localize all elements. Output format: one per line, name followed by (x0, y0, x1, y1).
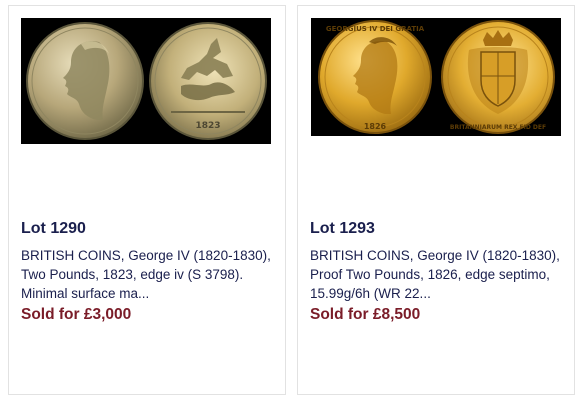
lot-description: BRITISH COINS, George IV (1820-1830), Pr… (310, 248, 560, 301)
obverse-date-text: 1826 (364, 122, 387, 131)
lot-title-link[interactable]: Lot 1290 (21, 220, 86, 238)
coin-photo-svg: GEORGIUS IV DEI GRATIA 1826 BRITANNIARUM… (311, 18, 561, 136)
coin-photo-svg: 1823 (21, 18, 271, 144)
obverse-coin-icon: GEORGIUS IV DEI GRATIA 1826 (318, 20, 432, 134)
reverse-coin-icon: BRITANNIARUM REX FID DEF (441, 20, 555, 134)
lot-description: BRITISH COINS, George IV (1820-1830), Tw… (21, 248, 271, 301)
obverse-legend-text: GEORGIUS IV DEI GRATIA (326, 25, 425, 33)
coin-image[interactable]: GEORGIUS IV DEI GRATIA 1826 BRITANNIARUM… (311, 18, 561, 136)
reverse-date-text: 1823 (195, 121, 220, 131)
reverse-coin-icon: 1823 (149, 22, 267, 140)
lot-card-1293[interactable]: GEORGIUS IV DEI GRATIA 1826 BRITANNIARUM… (297, 5, 575, 395)
reverse-legend-text: BRITANNIARUM REX FID DEF (450, 124, 546, 131)
obverse-coin-icon (26, 22, 144, 140)
sold-price: Sold for £8,500 (310, 306, 421, 323)
lot-title-link[interactable]: Lot 1293 (310, 220, 375, 238)
lot-card-1290[interactable]: 1823 Lot 1290 BRITISH COINS, George IV (… (8, 5, 286, 395)
coin-image[interactable]: 1823 (21, 18, 271, 144)
sold-price: Sold for £3,000 (21, 306, 132, 323)
